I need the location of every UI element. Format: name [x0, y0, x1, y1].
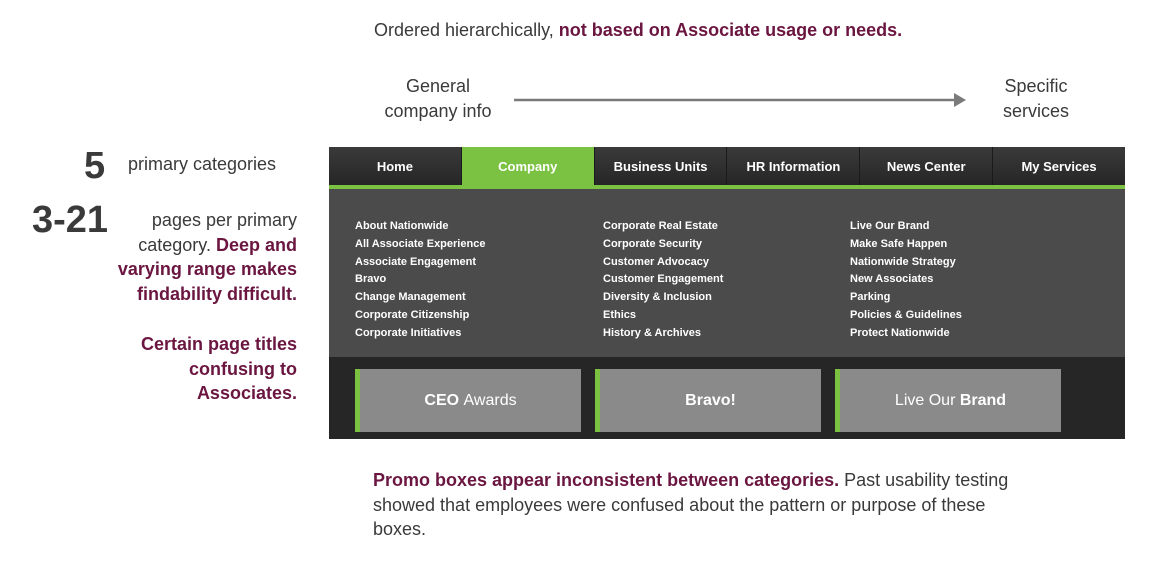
tab-business-units[interactable]: Business Units [594, 147, 728, 185]
arrow-right-icon [514, 93, 966, 107]
menu-item-associate-engagement[interactable]: Associate Engagement [355, 254, 485, 272]
menu-item-make-safe-happen[interactable]: Make Safe Happen [850, 236, 962, 254]
titles-confusing-note: Certain page titles confusing to Associa… [140, 334, 297, 403]
bottom-caption-emphasis: Promo boxes appear inconsistent between … [373, 470, 840, 490]
menu-item-about-nationwide[interactable]: About Nationwide [355, 218, 485, 236]
promo-area: CEO Awards Bravo! Live Our Brand [329, 357, 1125, 439]
promo-bravo-strong: Bravo! [685, 391, 736, 409]
menu-column-1: About Nationwide All Associate Experienc… [355, 218, 485, 343]
promo-ceo-awards-strong: CEO [424, 391, 460, 409]
menu-item-customer-engagement[interactable]: Customer Engagement [603, 271, 723, 289]
menu-column-3: Live Our Brand Make Safe Happen Nationwi… [850, 218, 962, 343]
menu-item-corporate-real-estate[interactable]: Corporate Real Estate [603, 218, 723, 236]
nav-screenshot: Home Company Business Units HR Informati… [329, 147, 1125, 439]
arrow-end-line-1: Specific [1004, 76, 1068, 96]
top-caption: Ordered hierarchically, not based on Ass… [374, 20, 902, 41]
menu-item-customer-advocacy[interactable]: Customer Advocacy [603, 254, 723, 272]
menu-item-ethics[interactable]: Ethics [603, 307, 723, 325]
arrow-end-line-2: services [1002, 101, 1069, 121]
menu-item-corporate-citizenship[interactable]: Corporate Citizenship [355, 307, 485, 325]
stat-categories-text: primary categories [128, 154, 277, 174]
tab-hr-information[interactable]: HR Information [727, 147, 861, 185]
menu-item-policies-guidelines[interactable]: Policies & Guidelines [850, 307, 962, 325]
top-caption-text: Ordered hierarchically, [374, 20, 559, 40]
tab-company[interactable]: Company [461, 147, 595, 185]
promo-live-our-brand-strong: Brand [959, 391, 1007, 409]
promo-ceo-awards-light: Awards [463, 391, 517, 409]
menu-item-all-associate-experience[interactable]: All Associate Experience [355, 236, 485, 254]
menu-item-new-associates[interactable]: New Associates [850, 271, 962, 289]
promo-live-our-brand-light: Live Our [894, 391, 956, 409]
menu-item-corporate-initiatives[interactable]: Corporate Initiatives [355, 325, 485, 343]
stat-pages-text: pages per primary category. Deep and var… [90, 208, 297, 306]
menu-item-corporate-security[interactable]: Corporate Security [603, 236, 723, 254]
promo-ceo-awards[interactable]: CEO Awards [355, 369, 581, 432]
arrow-start-line-1: General [405, 76, 471, 96]
menu-item-change-management[interactable]: Change Management [355, 289, 485, 307]
nav-bar: Home Company Business Units HR Informati… [329, 147, 1125, 185]
stat-categories-number: 5 [84, 145, 106, 187]
menu-item-nationwide-strategy[interactable]: Nationwide Strategy [850, 254, 962, 272]
tab-home[interactable]: Home [329, 147, 462, 185]
menu-item-parking[interactable]: Parking [850, 289, 962, 307]
menu-item-live-our-brand[interactable]: Live Our Brand [850, 218, 962, 236]
menu-item-history-archives[interactable]: History & Archives [603, 325, 723, 343]
bottom-caption: Promo boxes appear inconsistent between … [373, 468, 1033, 542]
dropdown-menu: About Nationwide All Associate Experienc… [329, 189, 1125, 357]
tab-news-center[interactable]: News Center [860, 147, 994, 185]
menu-item-bravo[interactable]: Bravo [355, 271, 485, 289]
arrow-end-label: Specific services [970, 74, 1102, 124]
menu-column-2: Corporate Real Estate Corporate Security… [603, 218, 723, 343]
top-caption-emphasis: not based on Associate usage or needs. [558, 20, 903, 40]
promo-live-our-brand[interactable]: Live Our Brand [835, 369, 1061, 432]
arrow-start-label: General company info [370, 74, 506, 124]
tab-my-services[interactable]: My Services [993, 147, 1125, 185]
arrow-start-line-2: company info [384, 101, 492, 121]
menu-item-diversity-inclusion[interactable]: Diversity & Inclusion [603, 289, 723, 307]
promo-bravo[interactable]: Bravo! [595, 369, 821, 432]
menu-item-protect-nationwide[interactable]: Protect Nationwide [850, 325, 962, 343]
